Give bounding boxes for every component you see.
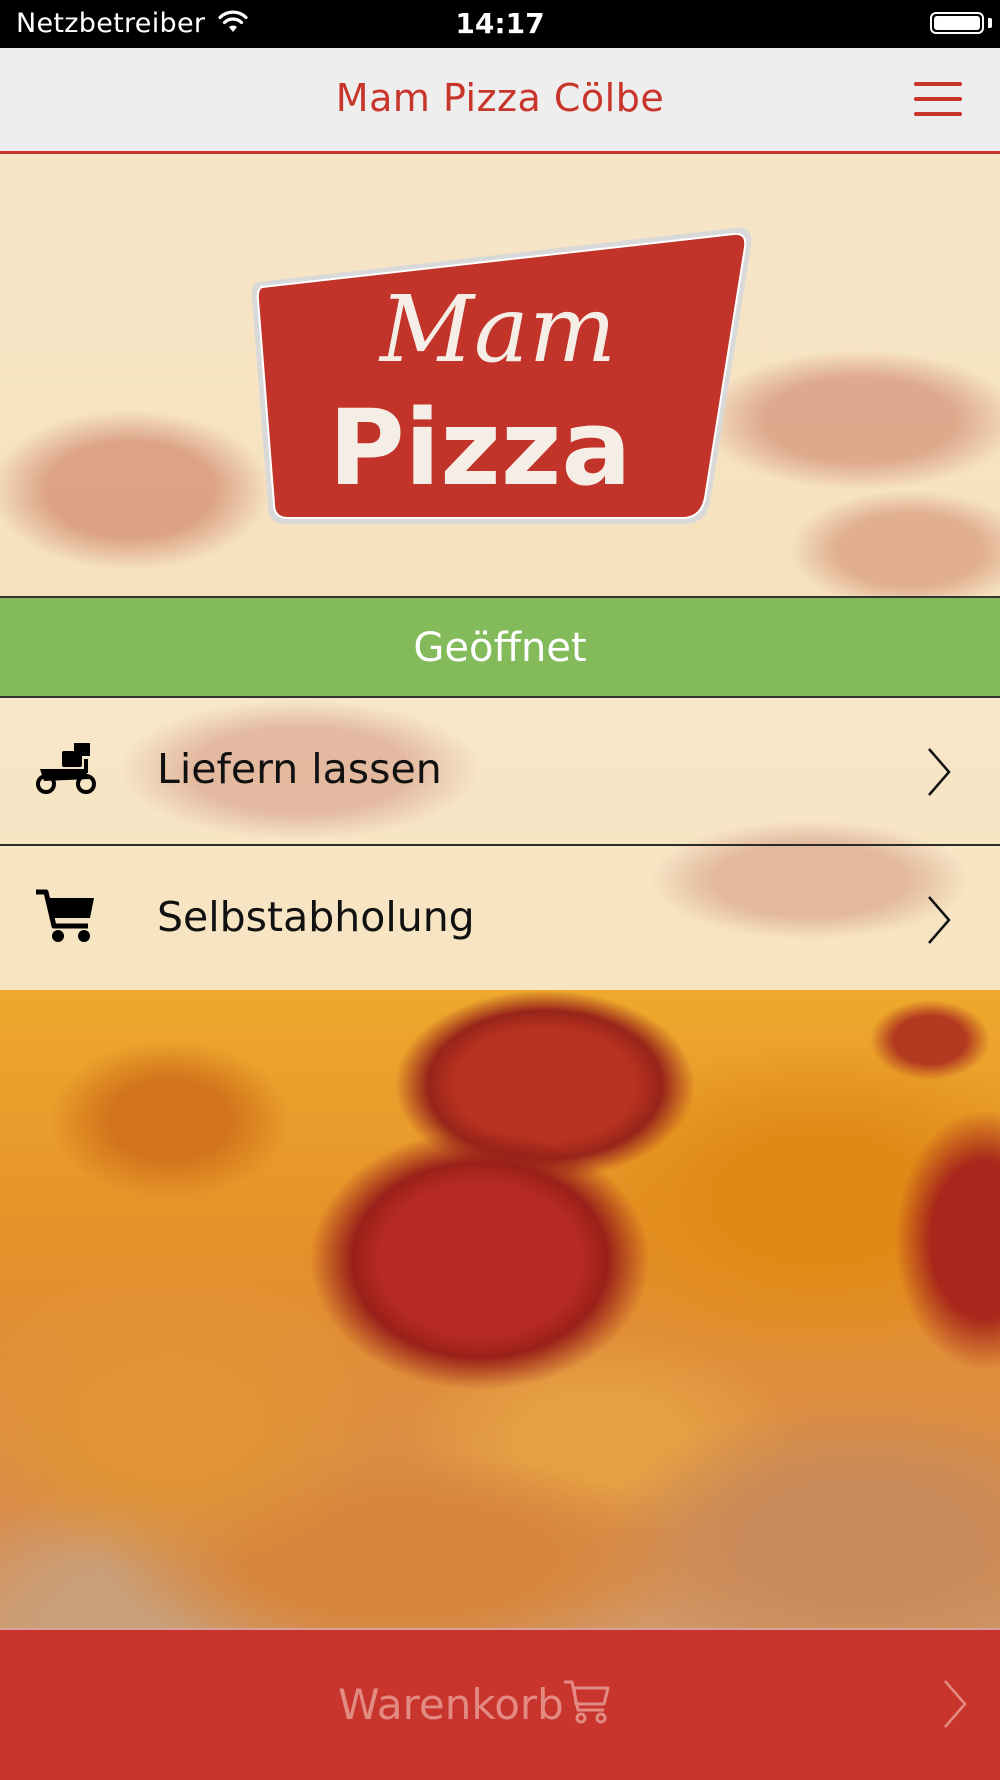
status-time: 14:17 [455, 7, 545, 40]
ios-status-bar: Netzbetreiber 14:17 [0, 0, 1000, 48]
open-status-label: Geöffnet [413, 625, 587, 671]
chevron-right-icon [926, 894, 952, 950]
cart-label: Warenkorb [338, 1680, 564, 1729]
pickup-option-label: Selbstabholung [157, 893, 475, 941]
open-status-banner: Geöffnet [0, 596, 1000, 698]
delivery-scooter-icon [34, 741, 98, 799]
svg-text:Mam: Mam [378, 276, 616, 383]
shopping-cart-icon [34, 886, 98, 950]
shopping-cart-icon [562, 1678, 612, 1728]
app-header: Mam Pizza Cölbe [0, 48, 1000, 154]
delivery-option-label: Liefern lassen [157, 745, 442, 793]
hamburger-menu-icon[interactable] [914, 82, 962, 118]
delivery-option-row[interactable]: Liefern lassen [0, 698, 1000, 846]
pickup-option-row[interactable]: Selbstabholung [0, 846, 1000, 990]
svg-text:Pizza: Pizza [328, 387, 631, 509]
restaurant-logo: Mam Pizza [248, 226, 754, 528]
cart-button[interactable]: Warenkorb [0, 1628, 1000, 1780]
page-title: Mam Pizza Cölbe [335, 76, 665, 120]
chevron-right-icon [942, 1678, 968, 1734]
chevron-right-icon [926, 746, 952, 802]
battery-icon [930, 12, 984, 34]
